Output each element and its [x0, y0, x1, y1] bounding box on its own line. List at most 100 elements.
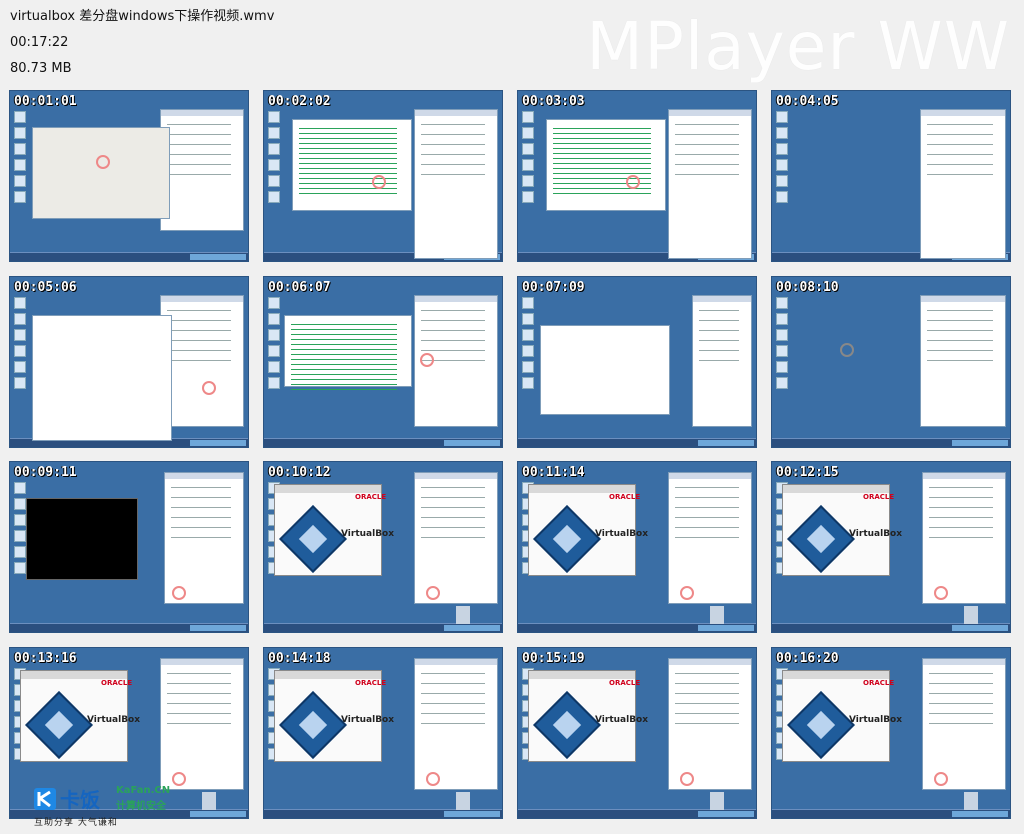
- text-line: [927, 134, 993, 135]
- text-line: [675, 497, 739, 498]
- desktop-icon: [522, 361, 534, 373]
- video-thumbnail[interactable]: 00:03:03: [517, 90, 757, 262]
- window-titlebar: [161, 296, 243, 302]
- desktop-icon: [522, 127, 534, 139]
- console-line: [291, 354, 397, 355]
- window-titlebar: [669, 659, 751, 665]
- text-line: [421, 154, 485, 155]
- cursor-highlight: [372, 175, 386, 189]
- desktop-icon: [522, 191, 534, 203]
- notepad-window: [414, 109, 498, 259]
- virtualbox-cube-icon: [279, 505, 347, 573]
- text-line: [421, 350, 485, 351]
- video-thumbnail[interactable]: 00:08:10: [771, 276, 1011, 448]
- console-line: [291, 364, 397, 365]
- avatar: [202, 792, 216, 810]
- video-thumbnail[interactable]: 00:09:11: [9, 461, 249, 633]
- kafan-site: KaFan.CN: [116, 785, 171, 796]
- virtualbox-splash-window: ORACLE VirtualBox: [274, 484, 394, 576]
- desktop-icon: [268, 127, 280, 139]
- text-line: [675, 144, 739, 145]
- window-titlebar: [165, 473, 243, 479]
- virtualbox-splash-window: ORACLE VirtualBox: [782, 670, 902, 762]
- text-line: [927, 310, 993, 311]
- system-tray: [952, 811, 1008, 817]
- video-thumbnail[interactable]: 00:06:07: [263, 276, 503, 448]
- virtualbox-cube-icon: [533, 691, 601, 759]
- window-titlebar: [923, 473, 1005, 479]
- desktop-icon: [522, 111, 534, 123]
- text-line: [699, 340, 739, 341]
- video-thumbnail[interactable]: 00:05:06: [9, 276, 249, 448]
- window-titlebar: [669, 110, 751, 116]
- system-tray: [952, 625, 1008, 631]
- desktop-icon: [776, 377, 788, 389]
- oracle-logo: ORACLE: [863, 679, 895, 687]
- desktop-icon: [14, 143, 26, 155]
- text-line: [167, 144, 231, 145]
- text-line: [421, 320, 485, 321]
- notepad-window: [668, 109, 752, 259]
- text-line: [421, 537, 485, 538]
- taskbar: [264, 623, 502, 632]
- video-thumbnail[interactable]: 00:11:14 ORACLE VirtualBox: [517, 461, 757, 633]
- notepad-window: [692, 295, 752, 427]
- video-thumbnail[interactable]: 00:04:05: [771, 90, 1011, 262]
- window-titlebar: [275, 485, 381, 493]
- video-thumbnail[interactable]: 00:16:20 ORACLE VirtualBox: [771, 647, 1011, 819]
- console-line: [291, 344, 397, 345]
- text-line: [929, 537, 993, 538]
- system-tray: [698, 811, 754, 817]
- text-line: [927, 350, 993, 351]
- window-titlebar: [529, 671, 635, 679]
- console-line: [291, 374, 397, 375]
- text-line: [171, 497, 231, 498]
- text-line: [421, 330, 485, 331]
- desktop-icon: [268, 297, 280, 309]
- desktop-icon: [14, 159, 26, 171]
- desktop-icon: [522, 159, 534, 171]
- timestamp: 00:03:03: [522, 94, 585, 109]
- avatar: [964, 606, 978, 624]
- video-thumbnail[interactable]: 00:07:09: [517, 276, 757, 448]
- taskbar: [518, 438, 756, 447]
- console-line: [299, 128, 397, 129]
- text-line: [421, 713, 485, 714]
- video-thumbnail[interactable]: 00:10:12 ORACLE VirtualBox: [263, 461, 503, 633]
- cursor-highlight: [426, 586, 440, 600]
- console-line: [553, 128, 651, 129]
- timestamp: 00:14:18: [268, 651, 331, 666]
- cube-face: [806, 710, 836, 740]
- thumbnail-grid: 00:01:01 00:02:02 00:03:03 00:04:05 00:05:06…: [0, 0, 1024, 834]
- system-tray: [190, 440, 246, 446]
- kafan-tagline: 计算机安全: [116, 801, 166, 812]
- console-line: [299, 138, 397, 139]
- window-titlebar: [161, 659, 243, 665]
- console-line: [291, 369, 397, 370]
- taskbar: [10, 252, 248, 261]
- oracle-logo: ORACLE: [863, 493, 895, 501]
- video-thumbnail[interactable]: 00:02:02: [263, 90, 503, 262]
- console-line: [291, 349, 397, 350]
- console-line: [291, 334, 397, 335]
- video-thumbnail[interactable]: 00:01:01: [9, 90, 249, 262]
- text-line: [675, 174, 739, 175]
- desktop-icon: [268, 143, 280, 155]
- desktop-icon: [14, 329, 26, 341]
- text-line: [699, 360, 739, 361]
- notepad-window: [922, 658, 1006, 790]
- timestamp: 00:05:06: [14, 280, 77, 295]
- console-line: [291, 324, 397, 325]
- video-thumbnail[interactable]: 00:15:19 ORACLE VirtualBox: [517, 647, 757, 819]
- cursor-highlight: [934, 772, 948, 786]
- timestamp: 00:10:12: [268, 465, 331, 480]
- video-thumbnail[interactable]: 00:14:18 ORACLE VirtualBox: [263, 647, 503, 819]
- text-line: [421, 497, 485, 498]
- desktop-icon: [776, 313, 788, 325]
- timestamp: 00:04:05: [776, 94, 839, 109]
- desktop-icon: [268, 159, 280, 171]
- console-line: [553, 138, 651, 139]
- window-titlebar: [415, 473, 497, 479]
- desktop-icon: [14, 498, 26, 510]
- video-thumbnail[interactable]: 00:12:15 ORACLE VirtualBox: [771, 461, 1011, 633]
